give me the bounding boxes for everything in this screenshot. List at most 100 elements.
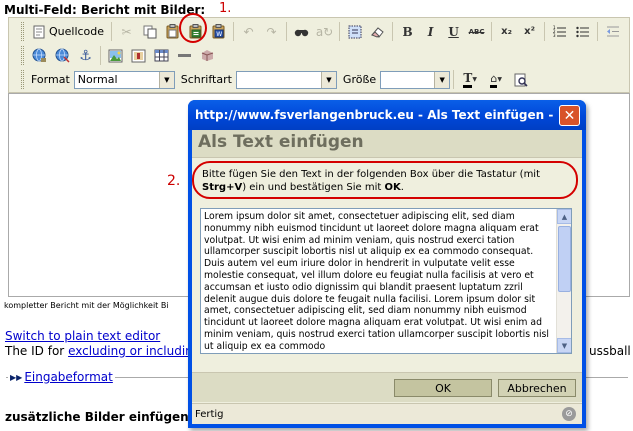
paste-from-word-icon[interactable]: W: [208, 21, 229, 42]
fussball-text: ussball: [589, 344, 631, 358]
separator: [233, 22, 235, 41]
text-color-icon: T: [463, 71, 473, 88]
toolbar-row-1: Quellcode ✂ W ↶ ↷ a↻ B I U ABC x₂ x² 123: [9, 19, 624, 44]
toolbar-grip[interactable]: [21, 70, 24, 89]
subscript-button[interactable]: x₂: [496, 21, 517, 42]
toolbar-grip[interactable]: [21, 22, 24, 41]
font-select-value: [237, 72, 321, 88]
cancel-button[interactable]: Abbrechen: [498, 379, 576, 397]
copy-icon[interactable]: [139, 21, 160, 42]
editor-toolbar: Quellcode ✂ W ↶ ↷ a↻ B I U ABC x₂ x² 123…: [8, 17, 630, 93]
separator: [491, 22, 493, 41]
source-icon: [33, 25, 45, 38]
bg-color-icon: ⌂: [490, 72, 498, 88]
scroll-down-icon[interactable]: ▼: [557, 338, 571, 353]
size-select-value: [381, 72, 434, 88]
superscript-button[interactable]: x²: [519, 21, 540, 42]
separator: [544, 22, 546, 41]
toolbar-row-3: Format Normal ▼ Schriftart ▼ Größe ▼ T ▼ …: [9, 67, 532, 92]
textarea-scrollbar[interactable]: ▲ ▼: [556, 209, 571, 353]
field-description: kompletter Bericht mit der Möglichkeit B…: [4, 301, 169, 310]
scroll-up-icon[interactable]: ▲: [557, 209, 571, 224]
toolbar-grip[interactable]: [21, 46, 24, 65]
ok-reference: OK: [384, 182, 401, 193]
redo-icon[interactable]: ↷: [261, 21, 282, 42]
annotation-step-2: 2.: [167, 173, 181, 189]
field-title: Multi-Feld: Bericht mit Bilder:: [4, 3, 206, 17]
chevron-down-icon: ▼: [158, 71, 174, 88]
svg-text:3: 3: [553, 33, 556, 38]
format-label: Format: [31, 73, 70, 86]
annotation-step-1: 1.: [219, 1, 232, 16]
additional-images-label: zusätzliche Bilder einfügen:: [5, 410, 194, 424]
toolbar-row-2: ⚓: [9, 43, 219, 68]
special-char-icon[interactable]: [197, 45, 218, 66]
size-select[interactable]: ▼: [380, 70, 451, 89]
shortcut-key: Strg+V: [202, 182, 243, 193]
expand-arrow-icon: ▶▶: [10, 372, 23, 382]
dialog-heading: Als Text einfügen: [198, 132, 364, 152]
status-indicator-icon: ⊘: [562, 407, 576, 421]
id-info-line: The ID for excluding or including: [5, 344, 200, 358]
horizontal-rule-icon[interactable]: [174, 45, 195, 66]
chevron-down-icon: ▼: [434, 71, 450, 88]
bg-color-button[interactable]: ⌂ ▼: [484, 69, 508, 90]
source-button-label: Quellcode: [49, 25, 105, 38]
bold-button[interactable]: B: [397, 21, 418, 42]
outdent-icon[interactable]: [602, 21, 623, 42]
replace-icon[interactable]: a↻: [314, 21, 335, 42]
dialog-title: http://www.fsverlangenbruck.eu - Als Tex…: [195, 108, 555, 122]
paste-icon[interactable]: [162, 21, 183, 42]
select-all-icon[interactable]: [344, 21, 365, 42]
flash-icon[interactable]: [128, 45, 149, 66]
anchor-icon[interactable]: ⚓: [75, 45, 96, 66]
source-button[interactable]: Quellcode: [29, 21, 107, 42]
paste-as-text-icon[interactable]: [185, 21, 206, 42]
format-select-value: Normal: [77, 72, 118, 86]
undo-icon[interactable]: ↶: [238, 21, 259, 42]
dialog-instructions: Bitte fügen Sie den Text in der folgende…: [202, 169, 541, 193]
excluding-including-link[interactable]: excluding or including: [68, 344, 200, 358]
bulleted-list-icon[interactable]: [572, 21, 593, 42]
scroll-thumb[interactable]: [558, 226, 571, 292]
separator: [286, 22, 288, 41]
numbered-list-icon[interactable]: 123: [549, 21, 570, 42]
switch-editor-link[interactable]: Switch to plain text editor: [5, 329, 160, 343]
close-icon[interactable]: ✕: [559, 105, 580, 126]
separator: [111, 22, 113, 41]
separator: [597, 22, 599, 41]
font-label: Schriftart: [180, 73, 232, 86]
id-info-text: The ID for: [5, 344, 65, 358]
remove-format-icon[interactable]: [367, 21, 388, 42]
ok-button[interactable]: OK: [394, 379, 492, 397]
dialog-heading-band: Als Text einfügen: [192, 130, 582, 158]
paste-textarea-value: Lorem ipsum dolor sit amet, consectetuer…: [204, 211, 549, 352]
unlink-icon[interactable]: [52, 45, 73, 66]
dialog-statusbar: Fertig ⊘: [192, 403, 582, 424]
image-icon[interactable]: [105, 45, 126, 66]
italic-button[interactable]: I: [420, 21, 441, 42]
status-text: Fertig: [195, 408, 224, 420]
table-icon[interactable]: [151, 45, 172, 66]
cut-icon[interactable]: ✂: [116, 21, 137, 42]
font-select[interactable]: ▼: [235, 70, 337, 89]
dialog-button-bar: OK Abbrechen: [192, 372, 582, 402]
chevron-down-icon: ▼: [320, 71, 336, 88]
separator: [453, 70, 455, 89]
separator: [100, 46, 101, 65]
dialog-titlebar[interactable]: http://www.fsverlangenbruck.eu - Als Tex…: [188, 100, 586, 130]
size-label: Größe: [342, 73, 377, 86]
separator: [339, 22, 341, 41]
find-icon[interactable]: [291, 21, 312, 42]
dialog-client: Als Text einfügen Bitte fügen Sie den Te…: [192, 130, 582, 424]
input-format-legend[interactable]: ▶▶ Eingabeformat: [8, 370, 115, 384]
format-select[interactable]: Normal ▼: [73, 70, 175, 89]
svg-text:W: W: [216, 31, 222, 38]
preview-icon[interactable]: [510, 69, 531, 90]
input-format-link[interactable]: Eingabeformat: [24, 370, 113, 384]
text-color-button[interactable]: T ▼: [458, 69, 482, 90]
underline-button[interactable]: U: [443, 21, 464, 42]
strikethrough-button[interactable]: ABC: [466, 21, 487, 42]
link-icon[interactable]: [29, 45, 50, 66]
paste-textarea[interactable]: Lorem ipsum dolor sit amet, consectetuer…: [200, 208, 572, 354]
